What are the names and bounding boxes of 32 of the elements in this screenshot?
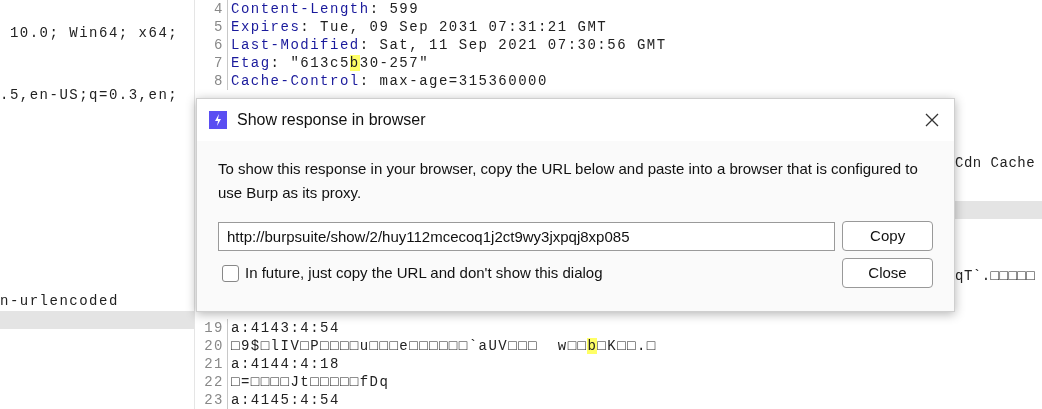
- code-line: Cdn Cache: [955, 154, 1036, 172]
- url-field[interactable]: http://burpsuite/show/2/huy112mcecoq1j2ct9wy3jxpqj8xp085: [218, 221, 836, 251]
- line-number: 22: [195, 373, 228, 391]
- copy-button[interactable]: Copy: [842, 221, 933, 251]
- checkbox[interactable]: [222, 264, 239, 282]
- code-line: n-urlencoded: [0, 292, 119, 310]
- code-line: □=□□□□Jt□□□□□fDq: [230, 373, 390, 391]
- dialog-message: To show this response in your browser, copy the URL below and paste into a browser that is configured to use Burp as its proxy.: [218, 159, 919, 203]
- code-line: Etag: "613c5 b30-257": [230, 54, 430, 72]
- line-number: 23: [195, 391, 228, 409]
- code-line: a:4144:4:18: [230, 355, 340, 373]
- code-line: 10.0; Win64; x64;: [8, 24, 179, 42]
- line-number: 6: [195, 36, 228, 54]
- lightning-icon: [209, 111, 227, 129]
- close-button[interactable]: Close: [842, 258, 933, 288]
- code-line: Content-Length: 599: [230, 0, 420, 18]
- checkbox-label: In future, just copy the URL and don't show this dialog: [245, 262, 603, 283]
- line-number: 20: [195, 337, 228, 355]
- code-line: Cache-Control: max-age=315360000: [230, 72, 548, 90]
- line-number: 21: [195, 355, 228, 373]
- code-line: .5,en-US;q=0.3,en;: [0, 86, 179, 104]
- code-line: Expires: Tue, 09 Sep 2031 07:31:21 GMT: [230, 18, 608, 36]
- line-number: 19: [195, 319, 228, 337]
- code-line: qT`.□□□□□: [955, 267, 1036, 285]
- line-number: 5: [195, 18, 228, 36]
- line-number: 7: [195, 54, 228, 72]
- line-number: 8: [195, 72, 228, 90]
- code-line: Last-Modified: Sat, 11 Sep 2021 07:30:56 GMT: [230, 36, 667, 54]
- code-line: a:4143:4:54: [230, 319, 340, 337]
- code-line: a:4145:4:54: [230, 391, 340, 409]
- dialog-title: Show response in browser: [237, 110, 427, 130]
- line-number: 4: [195, 0, 228, 18]
